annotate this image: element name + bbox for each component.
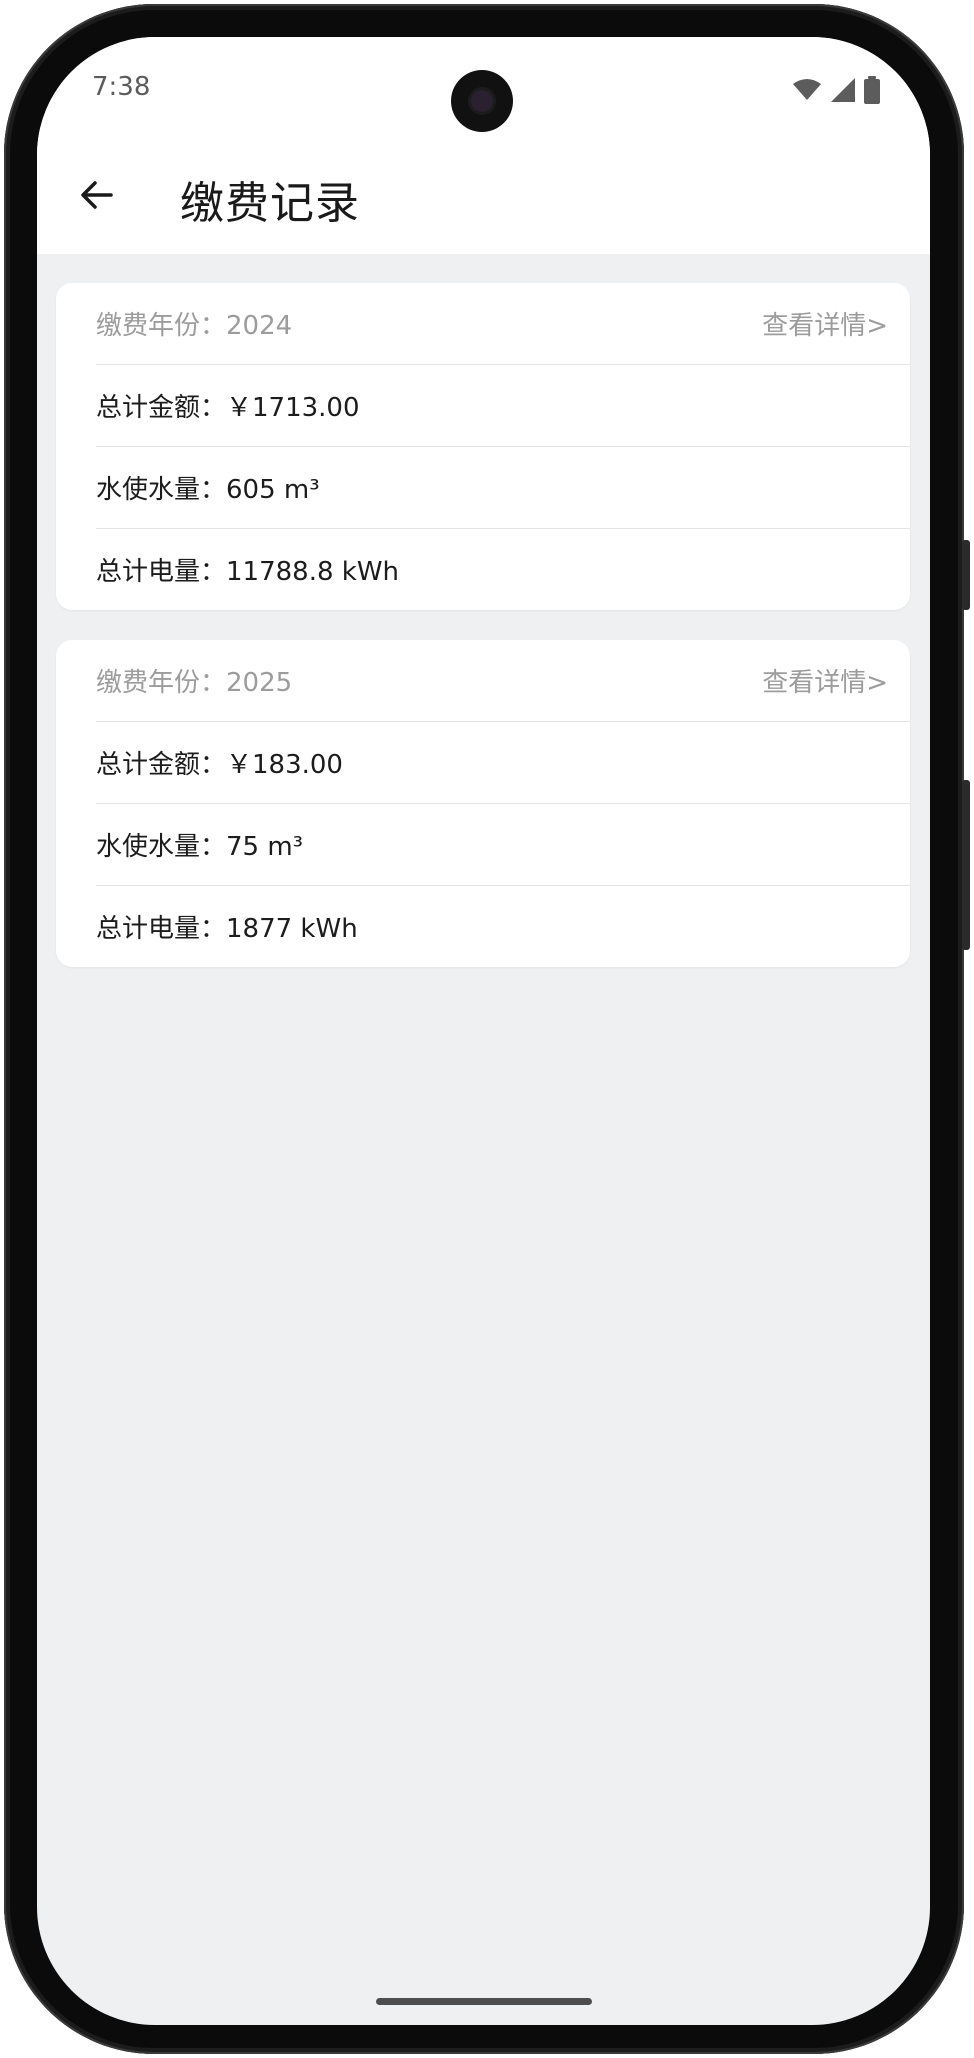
total-amount-row: 总计金额：￥1713.00 bbox=[96, 365, 910, 447]
record-year: 缴费年份：2025 bbox=[96, 668, 293, 698]
total-amount-row: 总计金额：￥183.00 bbox=[96, 722, 910, 804]
electricity-usage-row: 总计电量：1877 kWh bbox=[96, 886, 910, 967]
app-screen: 7:38 缴费记录 缴费年份：2024 查看详情> 总计金额：￥1713.00 … bbox=[37, 37, 930, 2025]
arrow-left-icon bbox=[81, 181, 113, 209]
home-indicator[interactable] bbox=[376, 1998, 592, 2005]
water-usage: 水使水量：75 m³ bbox=[96, 832, 304, 862]
front-camera bbox=[451, 70, 513, 132]
camera-lens bbox=[471, 90, 493, 112]
battery-icon bbox=[864, 76, 880, 104]
total-amount: 总计金额：￥183.00 bbox=[96, 750, 343, 780]
payment-record-card[interactable]: 缴费年份：2024 查看详情> 总计金额：￥1713.00 水使水量：605 m… bbox=[56, 283, 910, 610]
electricity-usage: 总计电量：1877 kWh bbox=[96, 914, 358, 944]
total-amount: 总计金额：￥1713.00 bbox=[96, 393, 360, 423]
record-year: 缴费年份：2024 bbox=[96, 311, 293, 341]
wifi-icon bbox=[793, 79, 821, 100]
record-year-row: 缴费年份：2024 查看详情> bbox=[96, 283, 910, 365]
electricity-usage-row: 总计电量：11788.8 kWh bbox=[96, 529, 910, 610]
top-bar: 7:38 缴费记录 bbox=[37, 37, 930, 254]
water-usage-row: 水使水量：75 m³ bbox=[96, 804, 910, 886]
volume-button bbox=[962, 780, 970, 950]
phone-frame: 7:38 缴费记录 缴费年份：2024 查看详情> 总计金额：￥1713.00 … bbox=[0, 0, 974, 2058]
status-time: 7:38 bbox=[92, 72, 151, 102]
page-title: 缴费记录 bbox=[180, 178, 360, 229]
view-details-link[interactable]: 查看详情> bbox=[762, 305, 888, 342]
water-usage: 水使水量：605 m³ bbox=[96, 475, 320, 505]
payment-record-card[interactable]: 缴费年份：2025 查看详情> 总计金额：￥183.00 水使水量：75 m³ … bbox=[56, 640, 910, 967]
power-button bbox=[962, 540, 970, 610]
status-icons bbox=[792, 75, 880, 105]
back-button[interactable] bbox=[69, 167, 125, 223]
view-details-link[interactable]: 查看详情> bbox=[762, 662, 888, 699]
cell-signal-icon bbox=[831, 78, 855, 102]
record-year-row: 缴费年份：2025 查看详情> bbox=[96, 640, 910, 722]
water-usage-row: 水使水量：605 m³ bbox=[96, 447, 910, 529]
electricity-usage: 总计电量：11788.8 kWh bbox=[96, 557, 400, 587]
